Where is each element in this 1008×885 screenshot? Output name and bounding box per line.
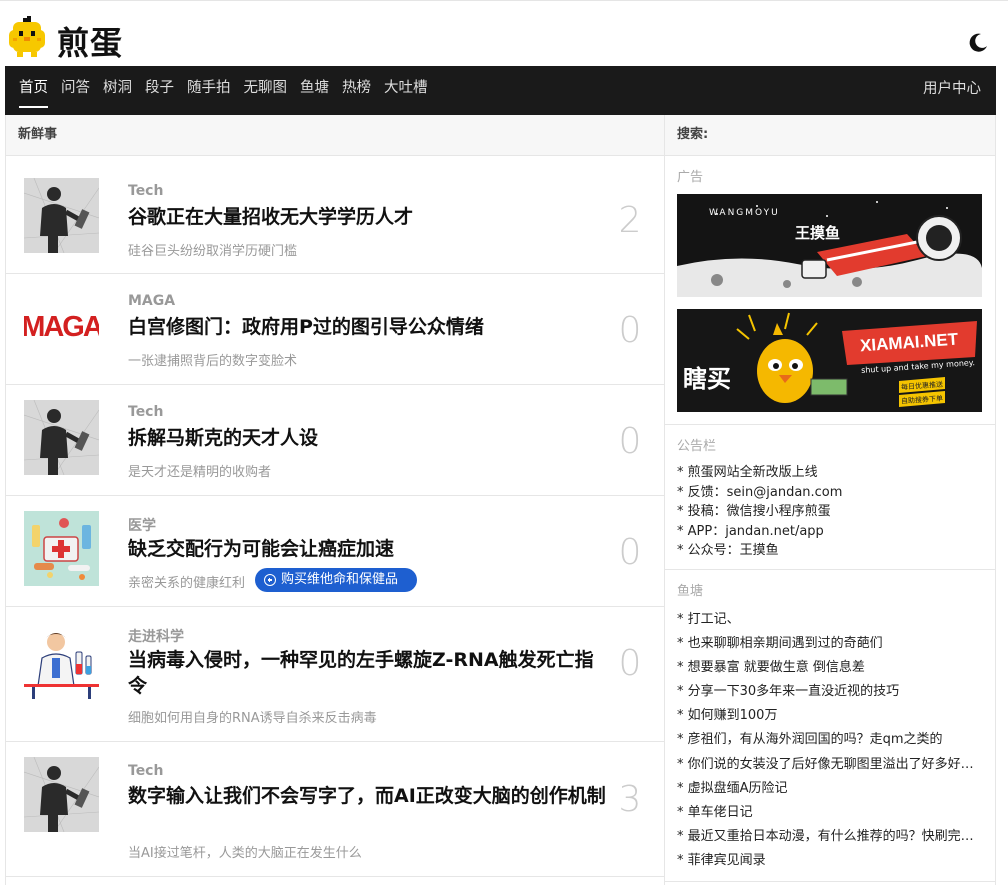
svg-text:MAGA: MAGA xyxy=(24,311,99,343)
nav-item-hot[interactable]: 热榜 xyxy=(342,66,371,115)
tech-person-image xyxy=(24,400,99,475)
section-title: 新鲜事 xyxy=(6,115,664,156)
post-thumbnail[interactable] xyxy=(24,626,99,701)
post-thumbnail[interactable] xyxy=(24,178,99,253)
notice-item: * 反馈：sein@jandan.com xyxy=(677,484,843,500)
post-item[interactable]: Tech 拆解马斯克的天才人设 是天才还是精明的收购者 0 xyxy=(6,385,664,496)
promo-pill-label: 购买维他命和保健品 xyxy=(281,572,399,587)
comment-count[interactable]: 0 xyxy=(618,310,642,351)
post-title[interactable]: 当病毒入侵时，一种罕见的左手螺旋Z-RNA触发死亡指令 xyxy=(128,647,608,699)
comment-count[interactable]: 0 xyxy=(618,532,642,573)
ad-banner-xiamai[interactable]: 瞎买 XIAMAI.NET shut up and take my money.… xyxy=(677,309,982,412)
post-subtitle: 硅谷巨头纷纷取消学历硬门槛 xyxy=(128,244,298,259)
notice-item: * APP：jandan.net/app xyxy=(677,523,824,539)
pond-item[interactable]: * 最近又重拾日本动漫，有什么推荐的吗？快刷完… xyxy=(677,825,983,849)
nav-item-treehole[interactable]: 树洞 xyxy=(103,66,132,115)
scientist-image xyxy=(24,626,99,701)
dark-mode-moon-icon[interactable] xyxy=(966,31,990,55)
nav-item-snapshots[interactable]: 随手拍 xyxy=(187,66,231,115)
nav-item-qa[interactable]: 问答 xyxy=(61,66,90,115)
main-nav: 首页 问答 树洞 段子 随手拍 无聊图 鱼塘 热榜 大吐槽 用户中心 xyxy=(5,66,996,115)
post-thumbnail[interactable] xyxy=(24,757,99,832)
tech-person-image xyxy=(24,757,99,832)
logo-text: 煎蛋 xyxy=(57,24,124,62)
medical-image xyxy=(24,511,99,586)
comment-count[interactable]: 3 xyxy=(618,779,642,820)
post-subtitle: 是天才还是精明的收购者 xyxy=(128,465,272,480)
post-title[interactable]: 谷歌正在大量招收无大学学历人才 xyxy=(128,204,608,230)
notice-item: * 投稿：微信搜小程序煎蛋 xyxy=(677,504,831,520)
post-item[interactable]: 走进科学 当病毒入侵时，一种罕见的左手螺旋Z-RNA触发死亡指令 细胞如何用自身… xyxy=(6,607,664,742)
pond-section: 鱼塘 * 打工记、 * 也来聊聊相亲期间遇到过的奇葩们 * 想要暴富 就要做生意… xyxy=(665,570,995,882)
comment-count[interactable]: 2 xyxy=(618,200,642,241)
promo-pill-button[interactable]: 购买维他命和保健品 xyxy=(255,568,417,592)
nav-item-boring-pics[interactable]: 无聊图 xyxy=(244,66,288,115)
tech-person-image xyxy=(24,178,99,253)
ads-section: 广告 WANGMOYU 王摸鱼 瞎买 XIAMAI.NET shut up an… xyxy=(665,156,995,425)
user-center-link[interactable]: 用户中心 xyxy=(923,66,981,112)
post-thumbnail[interactable] xyxy=(24,511,99,586)
post-category[interactable]: 走进科学 xyxy=(128,626,184,646)
post-subtitle: 当AI接过笔杆，人类的大脑正在发生什么 xyxy=(128,846,362,861)
post-category[interactable]: Tech xyxy=(128,183,163,199)
ad-brand-en: WANGMOYU xyxy=(709,208,780,218)
notice-item: * 公众号：王摸鱼 xyxy=(677,543,779,559)
plus-circle-icon xyxy=(264,574,276,586)
ad-brand-cn: 瞎买 xyxy=(683,365,731,393)
post-category[interactable]: Tech xyxy=(128,404,163,420)
post-title[interactable]: 拆解马斯克的天才人设 xyxy=(128,425,608,451)
chick-logo-icon xyxy=(9,16,45,57)
post-title[interactable]: 数字输入让我们不会写字了，而AI正改变大脑的创作机制 xyxy=(128,783,608,809)
pond-item[interactable]: * 你们说的女装没了后好像无聊图里溢出了好多好… xyxy=(677,753,983,777)
post-thumbnail[interactable] xyxy=(24,400,99,475)
ads-title: 广告 xyxy=(677,170,704,185)
pond-item[interactable]: * 单车佬日记 xyxy=(677,801,983,825)
comment-count[interactable]: 0 xyxy=(618,643,642,684)
site-logo[interactable]: 煎蛋 xyxy=(5,13,130,63)
pond-item[interactable]: * 彦祖们，有从海外润回国的吗？走qm之类的 xyxy=(677,728,983,752)
post-subtitle: 亲密关系的健康红利 xyxy=(128,576,246,591)
comment-count[interactable]: 0 xyxy=(618,421,642,462)
search-label[interactable]: 搜索: xyxy=(665,115,995,156)
top-header: 煎蛋 xyxy=(0,0,1008,66)
pond-title: 鱼塘 xyxy=(677,583,704,599)
post-item[interactable]: Tech 数字输入让我们不会写字了，而AI正改变大脑的创作机制 当AI接过笔杆，… xyxy=(6,742,664,877)
nav-item-rant[interactable]: 大吐槽 xyxy=(384,66,428,115)
pond-item[interactable]: * 菲律宾见闻录 xyxy=(677,849,983,873)
post-subtitle: 一张逮捕照背后的数字变脸术 xyxy=(128,354,298,369)
sidebar: 搜索: 广告 WANGMOYU 王摸鱼 瞎买 XIAMAI.NET shut u… xyxy=(665,115,996,885)
post-item[interactable]: Tech 谷歌正在大量招收无大学学历人才 硅谷巨头纷纷取消学历硬门槛 2 xyxy=(6,156,664,274)
pond-item[interactable]: * 如何赚到100万 xyxy=(677,704,983,728)
notice-section: 公告栏 * 煎蛋网站全新改版上线 * 反馈：sein@jandan.com * … xyxy=(665,425,995,570)
pond-item[interactable]: * 也来聊聊相亲期间遇到过的奇葩们 xyxy=(677,632,983,656)
ad-brand-cn: 王摸鱼 xyxy=(795,224,841,242)
post-thumbnail[interactable]: MAGA xyxy=(24,289,99,364)
nav-item-home[interactable]: 首页 xyxy=(19,66,48,108)
maga-image: MAGA xyxy=(24,289,99,364)
main-feed: 新鲜事 Tech 谷歌正在大量招收无大学学历人才 硅谷巨头纷纷取消学历硬门槛 2… xyxy=(5,115,665,885)
pond-item[interactable]: * 打工记、 xyxy=(677,608,983,632)
nav-item-fishpond[interactable]: 鱼塘 xyxy=(300,66,329,115)
post-category[interactable]: Tech xyxy=(128,763,163,779)
ad-banner-wangmoyu[interactable]: WANGMOYU 王摸鱼 xyxy=(677,194,982,297)
post-subtitle: 细胞如何用自身的RNA诱导自杀来反击病毒 xyxy=(128,711,377,726)
post-category[interactable]: MAGA xyxy=(128,293,175,309)
notice-item: * 煎蛋网站全新改版上线 xyxy=(677,465,818,480)
pond-item[interactable]: * 虚拟盘缅A历险记 xyxy=(677,777,983,801)
pond-item[interactable]: * 想要暴富 就要做生意 倒信息差 xyxy=(677,656,983,680)
post-title[interactable]: 白宫修图门：政府用P过的图引导公众情绪 xyxy=(128,314,608,340)
post-category[interactable]: 医学 xyxy=(128,515,156,535)
notice-title: 公告栏 xyxy=(677,439,717,454)
post-item[interactable]: MAGA MAGA 白宫修图门：政府用P过的图引导公众情绪 一张逮捕照背后的数字… xyxy=(6,274,664,385)
nav-items: 首页 问答 树洞 段子 随手拍 无聊图 鱼塘 热榜 大吐槽 xyxy=(19,66,441,115)
pond-item[interactable]: * 分享一下30多年来一直没近视的技巧 xyxy=(677,680,983,704)
post-title[interactable]: 缺乏交配行为可能会让癌症加速 xyxy=(128,536,608,562)
nav-item-jokes[interactable]: 段子 xyxy=(145,66,174,115)
